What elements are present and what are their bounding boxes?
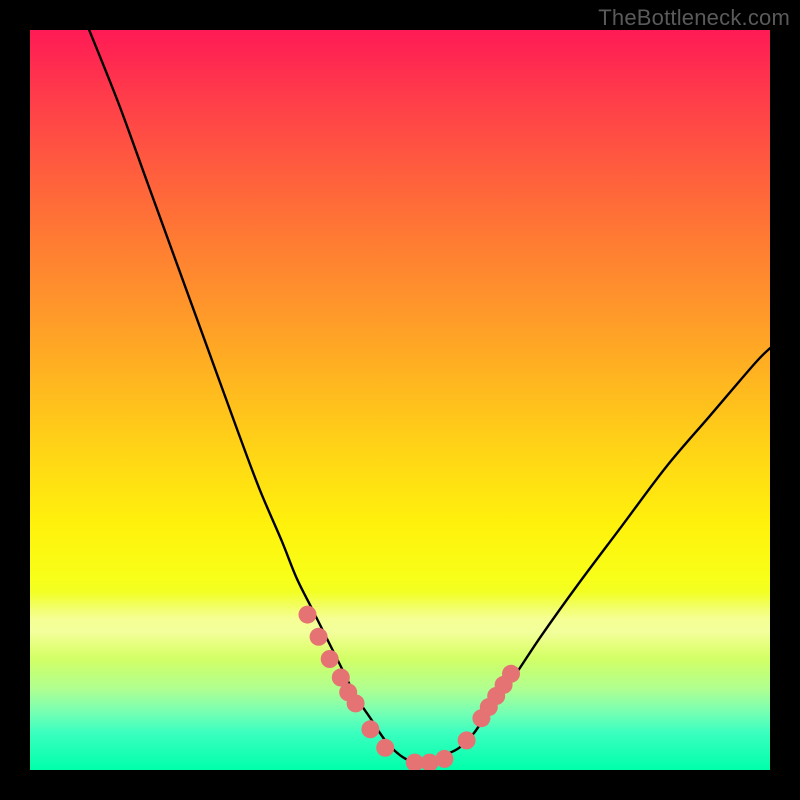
marker-dot xyxy=(502,665,520,683)
plot-svg xyxy=(30,30,770,770)
bottleneck-curve xyxy=(89,30,770,764)
marker-dot xyxy=(310,628,328,646)
chart-stage: TheBottleneck.com xyxy=(0,0,800,800)
curve-markers xyxy=(299,606,521,770)
marker-dot xyxy=(361,720,379,738)
marker-dot xyxy=(347,694,365,712)
plot-area xyxy=(30,30,770,770)
marker-dot xyxy=(458,731,476,749)
marker-dot xyxy=(299,606,317,624)
marker-dot xyxy=(376,739,394,757)
marker-dot xyxy=(435,750,453,768)
watermark-text: TheBottleneck.com xyxy=(598,5,790,31)
marker-dot xyxy=(321,650,339,668)
